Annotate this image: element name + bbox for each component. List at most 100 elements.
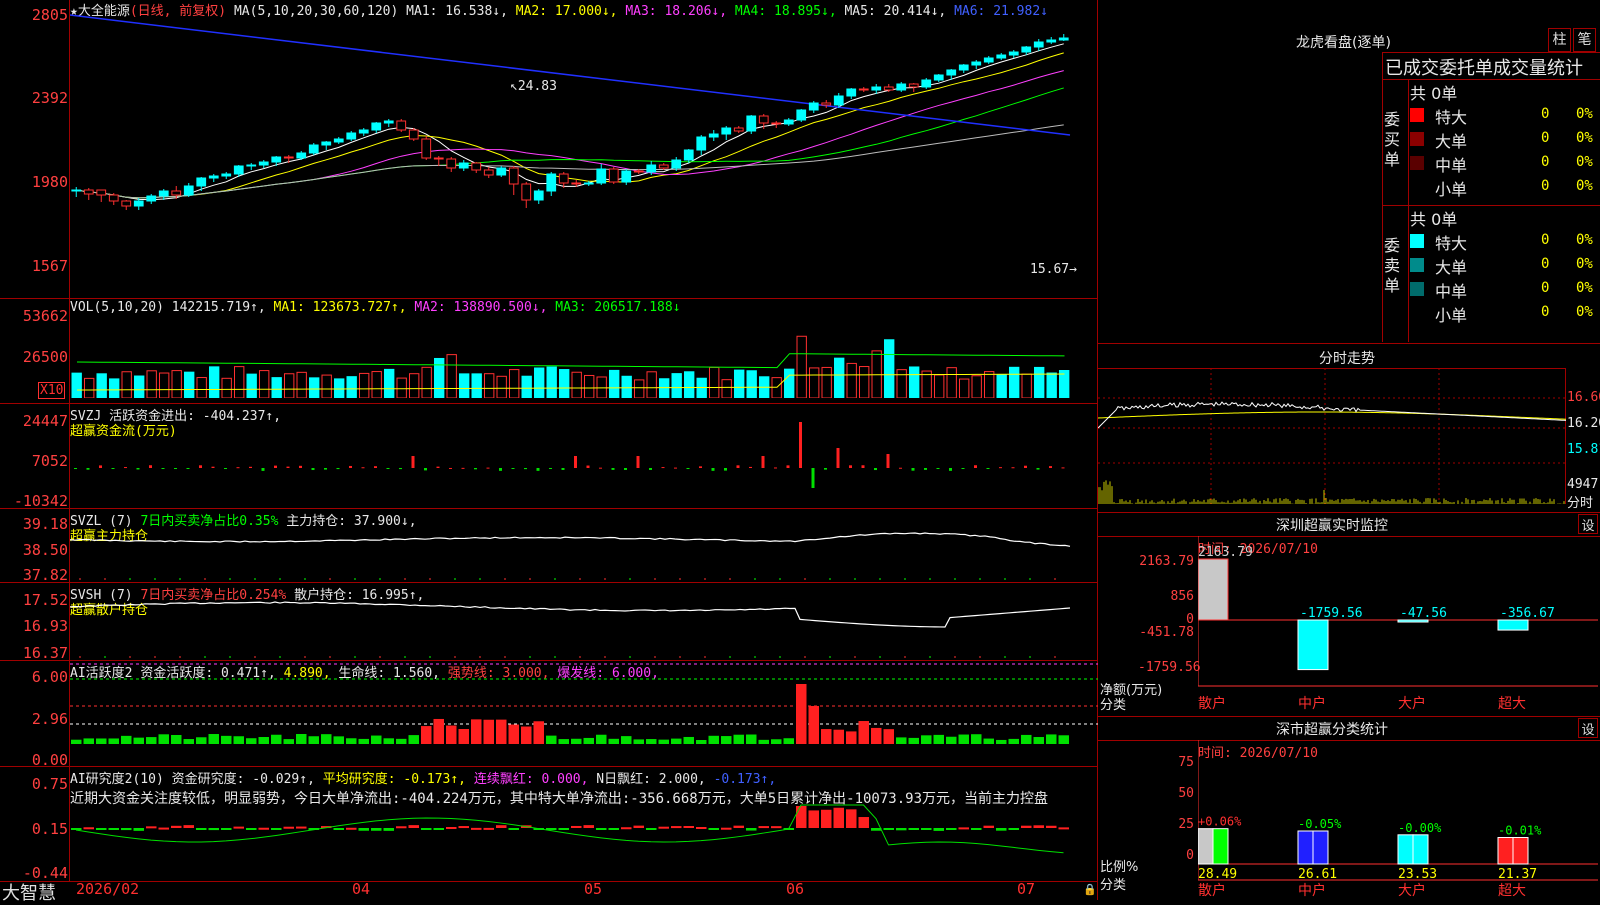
activity-bar <box>258 737 269 744</box>
svsh-axis-label: 16.37 <box>22 644 68 662</box>
flow-bar <box>86 468 90 470</box>
volume-bar <box>646 371 657 398</box>
activity-bar <box>496 719 507 744</box>
lock-icon[interactable]: 🔒 <box>1083 883 1097 896</box>
flow-bar <box>1024 465 1027 468</box>
retail-holding-chart[interactable] <box>70 584 1098 660</box>
volume-bar <box>1046 372 1057 398</box>
ai-research-chart[interactable] <box>70 790 1098 882</box>
price-axis-label: 1567 <box>31 257 68 275</box>
activity-bar <box>521 726 532 744</box>
activity-bar <box>1021 734 1032 744</box>
volume-bar <box>421 366 432 398</box>
volume-bar <box>996 374 1007 398</box>
activity-bar <box>708 735 719 744</box>
candle-body <box>183 185 194 196</box>
ratio-bar <box>1497 837 1514 865</box>
svzl-axis-label: 38.50 <box>22 541 68 559</box>
candle-body <box>133 200 144 207</box>
activity-bar <box>233 736 244 744</box>
flow-bar <box>724 468 727 471</box>
candle-body <box>596 168 607 184</box>
classify-settings-button[interactable]: 设 <box>1578 718 1598 738</box>
price-axis-label: 1980 <box>31 173 68 191</box>
ai-activity-chart[interactable] <box>70 662 1098 766</box>
research-bar <box>1058 827 1069 830</box>
category-label: 中户 <box>1298 882 1326 899</box>
date-label: 06 <box>786 880 805 898</box>
flow-bar <box>961 468 965 469</box>
svsh-axis-label: 16.93 <box>22 617 68 635</box>
bar-mode-button[interactable]: 柱 <box>1548 28 1571 52</box>
vol-ma2: MA2: 138890.500↓, <box>414 300 548 315</box>
main-holding-chart[interactable] <box>70 512 1098 582</box>
activity-bar <box>821 729 832 744</box>
buy-side-label: 委买单 <box>1384 110 1401 169</box>
research-bar <box>871 828 882 831</box>
activity-bar <box>846 731 857 744</box>
research-bar <box>696 827 707 830</box>
research-bar <box>921 828 932 830</box>
activity-bar <box>733 734 744 744</box>
monitor-settings-button[interactable]: 设 <box>1578 514 1598 534</box>
research-bar <box>558 828 569 830</box>
volume-bar <box>959 378 970 398</box>
order-size-label: 特大 <box>1435 234 1468 253</box>
candle-body <box>208 175 219 179</box>
classify-axis-label: 50 <box>1178 786 1194 801</box>
flow-bar <box>249 466 252 468</box>
stock-chart-panel[interactable]: ★大全能源(日线, 前复权) MA(5,10,20,30,60,120) MA1… <box>0 0 1100 904</box>
research-bar <box>571 825 582 828</box>
volume-bar <box>984 371 995 398</box>
candlestick-chart[interactable] <box>70 10 1100 300</box>
candle-body <box>858 88 869 91</box>
flow-bar <box>936 468 940 469</box>
activity-bar <box>908 737 919 744</box>
order-count: 0 <box>1541 232 1550 248</box>
flow-bar <box>361 467 365 469</box>
net-value-label: 2163.79 <box>1198 545 1253 560</box>
flow-bar <box>1011 467 1015 469</box>
candle-body <box>971 61 982 66</box>
flow-bar <box>311 468 315 471</box>
percent-label: 21.37 <box>1498 867 1537 882</box>
activity-bar <box>208 734 219 744</box>
flow-bar <box>436 466 440 468</box>
flow-bar <box>261 468 265 471</box>
activity-bar <box>758 739 769 744</box>
classify-axis-label: 0 <box>1186 848 1194 863</box>
activity-bar <box>596 734 607 744</box>
category-label: 散户 <box>1198 882 1226 899</box>
intraday-chart[interactable] <box>1098 368 1566 504</box>
candle-body <box>721 127 732 135</box>
order-percent: 0% <box>1576 304 1593 320</box>
activity-bar <box>296 734 307 744</box>
price-axis-label: 2805 <box>31 6 68 24</box>
candle-body <box>71 189 82 192</box>
research-bar <box>333 828 344 830</box>
activity-bar <box>533 721 544 744</box>
intraday-panel[interactable]: 分时走势 16.60 16.20 15.81 4947 分时 <box>1098 344 1600 512</box>
order-count: 0 <box>1541 106 1550 122</box>
research-bar <box>833 807 844 828</box>
order-count: 0 <box>1541 256 1550 272</box>
volume-bar <box>571 371 582 398</box>
research-bar <box>433 828 444 830</box>
research-bar <box>646 828 657 830</box>
candle-body <box>933 74 944 81</box>
flow-bar <box>674 467 677 469</box>
research-bar <box>83 827 94 830</box>
intraday-price-label: 16.60 <box>1567 390 1600 405</box>
candle-body <box>333 138 344 143</box>
volume-chart[interactable] <box>70 318 1098 398</box>
activity-bar <box>71 739 82 744</box>
line-mode-button[interactable]: 笔 <box>1573 28 1596 52</box>
sell-side-label: 委卖单 <box>1384 236 1401 295</box>
date-label: 04 <box>352 880 371 898</box>
date-label: 07 <box>1017 880 1036 898</box>
volume-bar <box>521 375 532 398</box>
ratio-bar <box>1512 837 1529 865</box>
volume-bar <box>621 375 632 398</box>
money-flow-chart[interactable] <box>70 418 1098 498</box>
research-bar <box>596 828 607 830</box>
